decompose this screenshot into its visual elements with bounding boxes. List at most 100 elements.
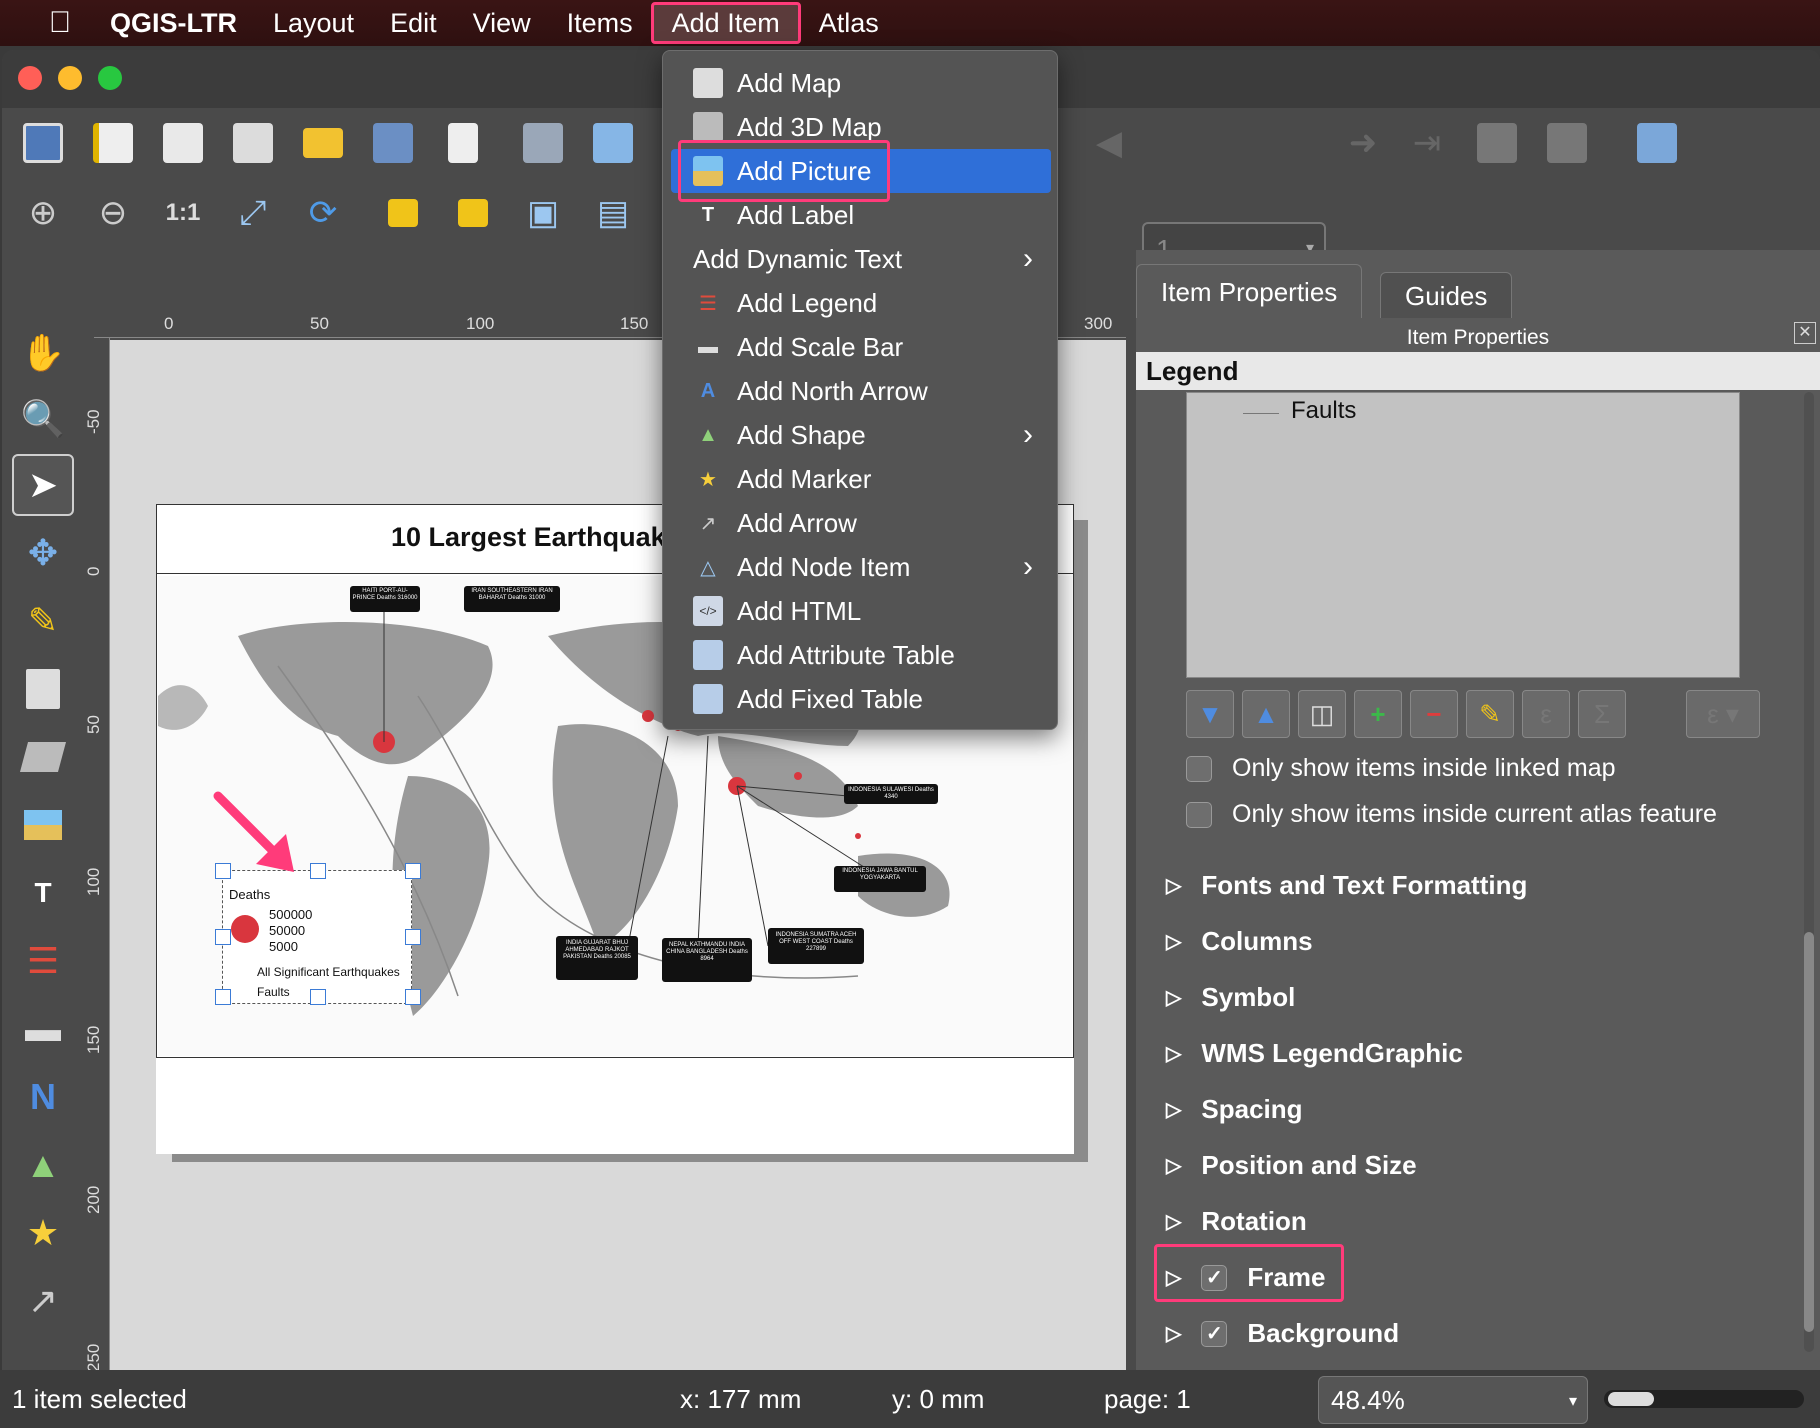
section-columns[interactable]: ▷ Columns xyxy=(1166,926,1313,957)
zoom-in-icon[interactable]: ⊕ xyxy=(16,186,70,240)
menu-app[interactable]: QGIS-LTR xyxy=(92,2,255,44)
menu-add-marker[interactable]: ★ Add Marker xyxy=(671,457,1051,501)
add-marker-icon[interactable]: ★ xyxy=(12,1202,74,1264)
zoom-combobox[interactable]: 48.4% ▾ xyxy=(1318,1376,1588,1424)
add-label-icon[interactable]: T xyxy=(12,862,74,924)
resize-handle[interactable] xyxy=(405,863,421,879)
menu-items[interactable]: Items xyxy=(549,2,651,44)
apple-icon[interactable]:  xyxy=(38,6,82,40)
add-arrow-icon[interactable]: ↗ xyxy=(12,1270,74,1332)
move-down-icon[interactable]: ▼ xyxy=(1186,690,1234,738)
section-symbol[interactable]: ▷ Symbol xyxy=(1166,982,1295,1013)
only-linked-map-checkbox-row[interactable]: Only show items inside linked map xyxy=(1186,754,1616,783)
open-folder-icon[interactable] xyxy=(296,116,350,170)
lock-items-icon[interactable] xyxy=(376,186,430,240)
edit-item-pencil-icon[interactable]: ✎ xyxy=(1466,690,1514,738)
zoom-out-icon[interactable]: ⊖ xyxy=(86,186,140,240)
filter-expression-icon[interactable]: ε ▾ xyxy=(1686,690,1760,738)
add-map-icon[interactable] xyxy=(12,658,74,720)
add-pages-icon[interactable] xyxy=(436,116,490,170)
menu-add-node-item[interactable]: △ Add Node Item › xyxy=(671,545,1051,589)
layout-manager-icon[interactable] xyxy=(226,116,280,170)
count-sum-icon[interactable]: Σ xyxy=(1578,690,1626,738)
section-wms-legend-graphic[interactable]: ▷ WMS LegendGraphic xyxy=(1166,1038,1463,1069)
zoom-tool-icon[interactable]: 🔍 xyxy=(12,388,74,450)
section-spacing[interactable]: ▷ Spacing xyxy=(1166,1094,1303,1125)
menu-layout[interactable]: Layout xyxy=(255,2,372,44)
resize-handle[interactable] xyxy=(405,989,421,1005)
first-feature-icon[interactable]: ◀ xyxy=(1082,116,1136,170)
add-shape-icon[interactable]: ▲ xyxy=(12,1134,74,1196)
next-feature-icon[interactable]: ➜ xyxy=(1336,116,1390,170)
zoom-full-icon[interactable]: ⤢ xyxy=(226,186,280,240)
menu-add-scale-bar[interactable]: ▬ Add Scale Bar xyxy=(671,325,1051,369)
atlas-export-icon[interactable] xyxy=(1540,116,1594,170)
duplicate-layout-icon[interactable] xyxy=(156,116,210,170)
refresh-icon[interactable]: ⟳ xyxy=(296,186,350,240)
move-content-icon[interactable]: ✥ xyxy=(12,522,74,584)
print-icon[interactable] xyxy=(516,116,570,170)
section-position-size[interactable]: ▷ Position and Size xyxy=(1166,1150,1417,1181)
add-picture-icon[interactable] xyxy=(12,794,74,856)
only-linked-map-checkbox[interactable] xyxy=(1186,755,1212,782)
add-3d-map-icon[interactable] xyxy=(12,726,74,788)
panel-scrollbar[interactable] xyxy=(1804,392,1814,1352)
tab-item-properties[interactable]: Item Properties xyxy=(1136,264,1363,318)
save-icon[interactable] xyxy=(16,116,70,170)
save-template-icon[interactable] xyxy=(366,116,420,170)
tree-item-faults[interactable]: Faults xyxy=(1291,397,1356,425)
expression-icon[interactable]: ε xyxy=(1522,690,1570,738)
resize-handle[interactable] xyxy=(215,989,231,1005)
menu-add-item[interactable]: Add Item xyxy=(650,2,801,44)
section-rotation[interactable]: ▷ Rotation xyxy=(1166,1206,1307,1237)
add-item-plus-icon[interactable]: + xyxy=(1354,690,1402,738)
only-atlas-feature-checkbox[interactable] xyxy=(1186,801,1212,828)
menu-add-attribute-table[interactable]: Add Attribute Table xyxy=(671,633,1051,677)
resize-handle[interactable] xyxy=(310,863,326,879)
edit-nodes-icon[interactable]: ✎ xyxy=(12,590,74,652)
menu-add-map[interactable]: Add Map xyxy=(671,61,1051,105)
menu-add-fixed-table[interactable]: Add Fixed Table xyxy=(671,677,1051,721)
move-up-icon[interactable]: ▲ xyxy=(1242,690,1290,738)
new-layout-icon[interactable] xyxy=(86,116,140,170)
section-fonts[interactable]: ▷ Fonts and Text Formatting xyxy=(1166,870,1527,901)
last-feature-icon[interactable]: ⇥ xyxy=(1400,116,1454,170)
resize-handle[interactable] xyxy=(405,929,421,945)
pan-hand-icon[interactable]: ✋ xyxy=(12,322,74,384)
menu-add-legend[interactable]: ☰ Add Legend xyxy=(671,281,1051,325)
ungroup-items-icon[interactable]: ▤ xyxy=(586,186,640,240)
menu-view[interactable]: View xyxy=(455,2,549,44)
menu-atlas[interactable]: Atlas xyxy=(801,2,897,44)
zoom-slider[interactable] xyxy=(1604,1390,1804,1408)
menu-add-arrow[interactable]: ↗ Add Arrow xyxy=(671,501,1051,545)
menu-add-dynamic-text[interactable]: Add Dynamic Text › xyxy=(671,237,1051,281)
menu-add-shape[interactable]: ▲ Add Shape › xyxy=(671,413,1051,457)
close-window-button[interactable] xyxy=(18,66,42,90)
legend-item[interactable]: Deaths 500000 50000 5000 All Significant… xyxy=(215,863,421,1005)
only-atlas-feature-checkbox-row[interactable]: Only show items inside current atlas fea… xyxy=(1186,800,1717,829)
tab-guides[interactable]: Guides xyxy=(1380,272,1513,318)
menu-add-html[interactable]: </> Add HTML xyxy=(671,589,1051,633)
export-image-icon[interactable] xyxy=(586,116,640,170)
group-items-icon[interactable]: ▣ xyxy=(516,186,570,240)
legend-items-tree[interactable]: Faults xyxy=(1186,392,1740,678)
add-legend-icon[interactable]: ☰ xyxy=(12,930,74,992)
atlas-settings-icon[interactable] xyxy=(1630,116,1684,170)
menu-add-north-arrow[interactable]: A Add North Arrow xyxy=(671,369,1051,413)
resize-handle[interactable] xyxy=(310,989,326,1005)
minimize-window-button[interactable] xyxy=(58,66,82,90)
zoom-window-button[interactable] xyxy=(98,66,122,90)
zoom-slider-handle[interactable] xyxy=(1608,1392,1654,1406)
select-pointer-icon[interactable]: ➤ xyxy=(12,454,74,516)
menu-edit[interactable]: Edit xyxy=(372,2,455,44)
atlas-print-icon[interactable] xyxy=(1470,116,1524,170)
remove-item-minus-icon[interactable]: − xyxy=(1410,690,1458,738)
resize-handle[interactable] xyxy=(215,929,231,945)
unlock-items-icon[interactable] xyxy=(446,186,500,240)
section-background[interactable]: ▷ ✓ Background xyxy=(1166,1318,1399,1349)
add-north-arrow-icon[interactable]: N xyxy=(12,1066,74,1128)
add-scale-bar-icon[interactable]: ▬ xyxy=(12,998,74,1060)
scrollbar-thumb[interactable] xyxy=(1804,932,1814,1332)
background-checkbox[interactable]: ✓ xyxy=(1201,1320,1228,1347)
close-panel-icon[interactable]: ✕ xyxy=(1794,322,1816,344)
